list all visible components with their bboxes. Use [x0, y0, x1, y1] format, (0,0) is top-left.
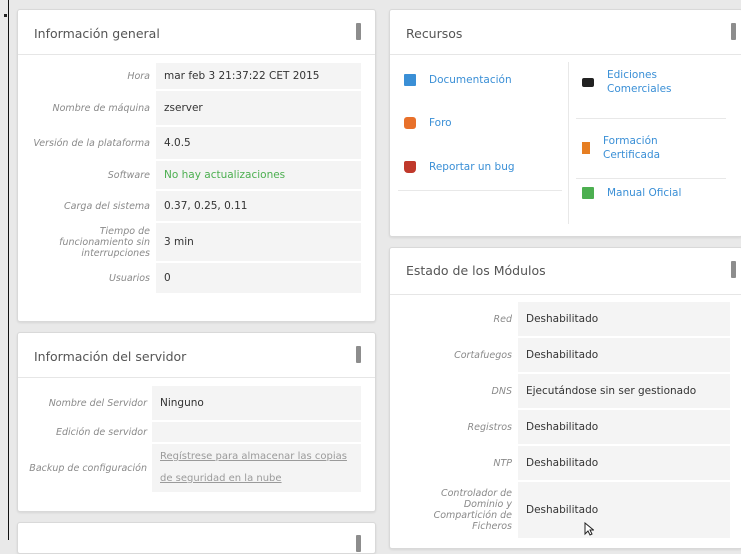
row-label: Backup de configuración [29, 462, 147, 474]
resources-divider [576, 178, 726, 179]
row-value: Deshabilitado [518, 302, 730, 336]
row-value: 4.0.5 [156, 127, 361, 159]
info-row: Cortafuegos Deshabilitado [390, 338, 741, 374]
resources-panel: Recursos Documentación Foro Reportar un bu… [389, 9, 741, 237]
info-row: Software No hay actualizaciones [18, 161, 375, 191]
drag-handle[interactable] [356, 346, 361, 363]
info-row: Nombre de máquina zserver [18, 91, 375, 127]
info-row: NTP Deshabilitado [390, 446, 741, 482]
resource-link-0[interactable]: Documentación [404, 73, 554, 87]
row-value: mar feb 3 21:37:22 CET 2015 [156, 63, 361, 89]
general-info-title: Información general [34, 26, 160, 41]
resource-link-r2[interactable]: Manual Oficial [582, 186, 732, 200]
server-info-panel: Información del servidor Nombre del Serv… [17, 332, 376, 512]
drag-handle[interactable] [356, 535, 361, 552]
row-label: Tiempo de funcionamiento sin interrupcio… [59, 225, 150, 259]
resource-link-label: Reportar un bug [429, 161, 515, 173]
resource-link-label: Ediciones Comerciales [607, 69, 672, 95]
resources-divider [568, 62, 569, 224]
modules-status-header: Estado de los Módulos [390, 248, 741, 295]
row-label: Nombre de máquina [52, 102, 150, 114]
backup-register-link[interactable]: Regístrese para almacenar las copias de … [152, 444, 361, 492]
manual-icon [582, 187, 594, 199]
drag-handle[interactable] [731, 23, 736, 40]
row-label: Nombre del Servidor [48, 397, 147, 409]
general-info-header: Información general [18, 10, 375, 55]
row-label: Usuarios [108, 272, 150, 284]
row-label: Controlador de Dominio y Compartición de… [433, 488, 512, 532]
info-row: Edición de servidor [18, 422, 375, 444]
bug-icon [404, 161, 416, 173]
info-row: Tiempo de funcionamiento sin interrupcio… [18, 223, 375, 263]
resource-link-r1[interactable]: Formación Certificada [582, 134, 732, 162]
network-interfaces-panel [17, 522, 376, 554]
resource-link-label: Documentación [429, 74, 512, 86]
resource-link-label: Formación Certificada [603, 135, 661, 161]
row-label: Registros [467, 421, 512, 433]
drag-handle[interactable] [356, 23, 361, 40]
info-row: Controlador de Dominio y Compartición de… [390, 482, 741, 540]
resource-link-r0[interactable]: Ediciones Comerciales [582, 68, 732, 96]
general-info-panel: Información general Hora mar feb 3 21:37:… [17, 9, 376, 322]
row-value: Deshabilitado [518, 338, 730, 372]
row-value: 0 [156, 263, 361, 293]
window-border [8, 0, 9, 540]
drag-handle[interactable] [731, 261, 736, 278]
row-label: Red [493, 313, 512, 325]
info-row: Carga del sistema 0.37, 0.25, 0.11 [18, 191, 375, 223]
resource-link-1[interactable]: Foro [404, 116, 554, 130]
row-value: 0.37, 0.25, 0.11 [156, 191, 361, 221]
row-label: DNS [491, 385, 512, 397]
info-row: Nombre del Servidor Ninguno [18, 386, 375, 422]
row-value: Ninguno [152, 386, 361, 420]
row-value: No hay actualizaciones [156, 161, 361, 189]
info-row: DNS Ejecutándose sin ser gestionado [390, 374, 741, 410]
row-value: 3 min [156, 223, 361, 261]
info-row: Red Deshabilitado [390, 302, 741, 338]
row-label: Hora [127, 70, 150, 82]
forum-icon [404, 117, 416, 129]
row-value: zserver [156, 91, 361, 125]
row-value: Deshabilitado [518, 482, 730, 538]
row-value [152, 422, 361, 442]
modules-status-title: Estado de los Módulos [406, 263, 546, 278]
server-info-header: Información del servidor [18, 333, 375, 378]
resource-link-label: Manual Oficial [607, 187, 682, 199]
resource-link-2[interactable]: Reportar un bug [404, 160, 554, 174]
info-row: Usuarios 0 [18, 263, 375, 295]
mouse-pointer-icon [584, 522, 594, 536]
resources-title: Recursos [406, 26, 463, 41]
modules-status-panel: Estado de los Módulos Red Deshabilitado Co… [389, 247, 741, 549]
row-label: Cortafuegos [454, 349, 512, 361]
row-label: NTP [493, 457, 512, 469]
info-row: Backup de configuración Regístrese para a… [18, 444, 375, 494]
row-value: Ejecutándose sin ser gestionado [518, 374, 730, 408]
row-label: Versión de la plataforma [33, 137, 150, 149]
info-row: Registros Deshabilitado [390, 410, 741, 446]
row-label: Edición de servidor [56, 426, 147, 438]
briefcase-icon [582, 77, 594, 87]
row-value: Deshabilitado [518, 410, 730, 444]
info-row: Hora mar feb 3 21:37:22 CET 2015 [18, 63, 375, 91]
resource-link-label: Foro [429, 117, 452, 129]
row-value: Deshabilitado [518, 446, 730, 480]
resources-divider [398, 190, 562, 191]
info-row: Versión de la plataforma 4.0.5 [18, 127, 375, 161]
resources-header: Recursos [390, 10, 741, 55]
resources-divider [576, 118, 726, 119]
window-corner-dot [4, 14, 7, 17]
document-icon [404, 74, 416, 86]
row-label: Software [107, 169, 150, 181]
certificate-icon [582, 142, 590, 154]
server-info-title: Información del servidor [34, 349, 187, 364]
row-label: Carga del sistema [64, 200, 150, 212]
